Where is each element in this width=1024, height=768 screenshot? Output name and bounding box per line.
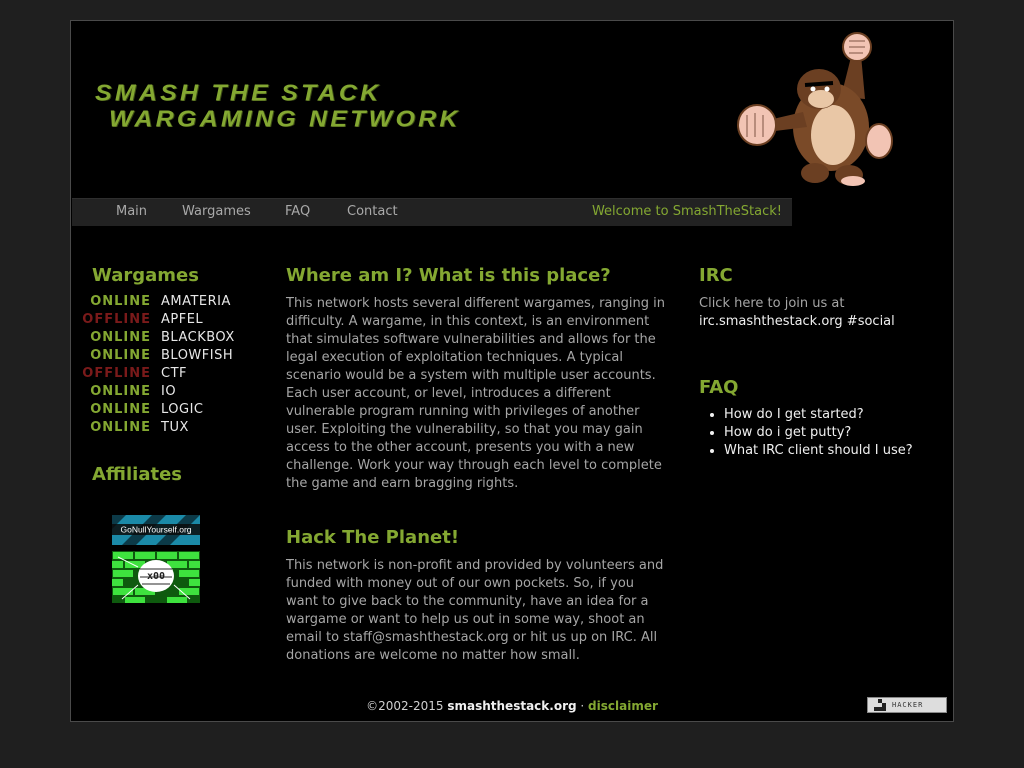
- wargame-name[interactable]: AMATERIA: [161, 294, 231, 309]
- footer-separator: ·: [576, 699, 589, 713]
- page-frame: Smash The Stack Wargaming Network Main W…: [70, 20, 954, 722]
- nav-wargames[interactable]: Wargames: [182, 204, 251, 219]
- badge-text: x00: [147, 571, 165, 582]
- status-badge: ONLINE: [90, 420, 151, 435]
- glider-icon: [874, 699, 886, 711]
- wargame-row[interactable]: ONLINE AMATERIA: [90, 294, 272, 312]
- irc-block: Click here to join us at irc.smashthesta…: [699, 295, 939, 331]
- logo-line-1: Smash The Stack: [95, 80, 382, 106]
- faq-heading: FAQ: [699, 377, 739, 398]
- fist-affiliate-badge[interactable]: x00: [112, 551, 200, 603]
- copyright-text: ©2002-2015: [366, 699, 448, 713]
- left-column: Wargames ONLINE AMATERIA OFFLINE APFEL O…: [82, 265, 272, 603]
- status-badge: ONLINE: [90, 348, 151, 363]
- wargame-name[interactable]: APFEL: [161, 312, 203, 327]
- disclaimer-link[interactable]: disclaimer: [588, 699, 658, 713]
- nav-bar: Main Wargames FAQ Contact Welcome to Sma…: [72, 198, 792, 226]
- irc-heading: IRC: [699, 265, 733, 286]
- nav-faq[interactable]: FAQ: [285, 204, 310, 219]
- irc-link[interactable]: irc.smashthestack.org #social: [699, 313, 939, 331]
- wargame-row[interactable]: ONLINE BLOWFISH: [90, 348, 272, 366]
- status-badge: OFFLINE: [82, 366, 151, 381]
- irc-intro: Click here to join us at: [699, 296, 845, 311]
- wargame-row[interactable]: ONLINE BLACKBOX: [90, 330, 272, 348]
- status-badge: ONLINE: [90, 330, 151, 345]
- wargame-row[interactable]: OFFLINE APFEL: [82, 312, 272, 330]
- wargame-name[interactable]: CTF: [161, 366, 187, 381]
- faq-item[interactable]: How do I get started?: [724, 406, 939, 424]
- badge-label: HACKER: [892, 701, 924, 709]
- badge-text: GoNullYourself.org: [120, 525, 191, 535]
- wargame-row[interactable]: ONLINE TUX: [90, 420, 272, 438]
- right-column: IRC Click here to join us at irc.smashth…: [699, 265, 939, 460]
- wargame-name[interactable]: TUX: [161, 420, 189, 435]
- donation-paragraph: This network is non-profit and provided …: [286, 558, 664, 663]
- main-content: Where am I? What is this place? This net…: [286, 265, 666, 665]
- gorilla-mascot-icon: [737, 32, 893, 186]
- hacker-emblem-badge[interactable]: HACKER: [867, 697, 947, 713]
- affiliates-heading: Affiliates: [92, 464, 183, 485]
- wargame-name[interactable]: LOGIC: [161, 402, 204, 417]
- wargame-row[interactable]: ONLINE IO: [90, 384, 272, 402]
- gonullyourself-badge[interactable]: GoNullYourself.org: [112, 515, 200, 545]
- welcome-message: Welcome to SmashTheStack!: [591, 204, 782, 219]
- section-heading-hack: Hack The Planet!: [286, 527, 460, 548]
- faq-list: How do I get started? How do i get putty…: [699, 406, 939, 460]
- logo-line-2: Wargaming Network: [109, 106, 461, 132]
- site-logo[interactable]: Smash The Stack Wargaming Network: [95, 81, 461, 133]
- faq-item[interactable]: How do i get putty?: [724, 424, 939, 442]
- wargame-name[interactable]: BLACKBOX: [161, 330, 235, 345]
- status-badge: ONLINE: [90, 294, 151, 309]
- footer-site-name: smashthestack.org: [447, 699, 577, 713]
- intro-paragraph: This network hosts several different war…: [286, 296, 665, 491]
- footer: ©2002-2015 smashthestack.org · disclaime…: [71, 699, 953, 713]
- wargames-heading: Wargames: [92, 265, 199, 286]
- nav-contact[interactable]: Contact: [347, 204, 398, 219]
- faq-item[interactable]: What IRC client should I use?: [724, 442, 939, 460]
- wargame-row[interactable]: ONLINE LOGIC: [90, 402, 272, 420]
- status-badge: ONLINE: [90, 402, 151, 417]
- nav-main[interactable]: Main: [116, 204, 147, 219]
- wargame-name[interactable]: IO: [161, 384, 176, 399]
- wargame-name[interactable]: BLOWFISH: [161, 348, 233, 363]
- wargame-row[interactable]: OFFLINE CTF: [82, 366, 272, 384]
- status-badge: ONLINE: [90, 384, 151, 399]
- status-badge: OFFLINE: [82, 312, 151, 327]
- section-heading-where: Where am I? What is this place?: [286, 265, 611, 286]
- wargames-list: ONLINE AMATERIA OFFLINE APFEL ONLINE BLA…: [82, 294, 272, 438]
